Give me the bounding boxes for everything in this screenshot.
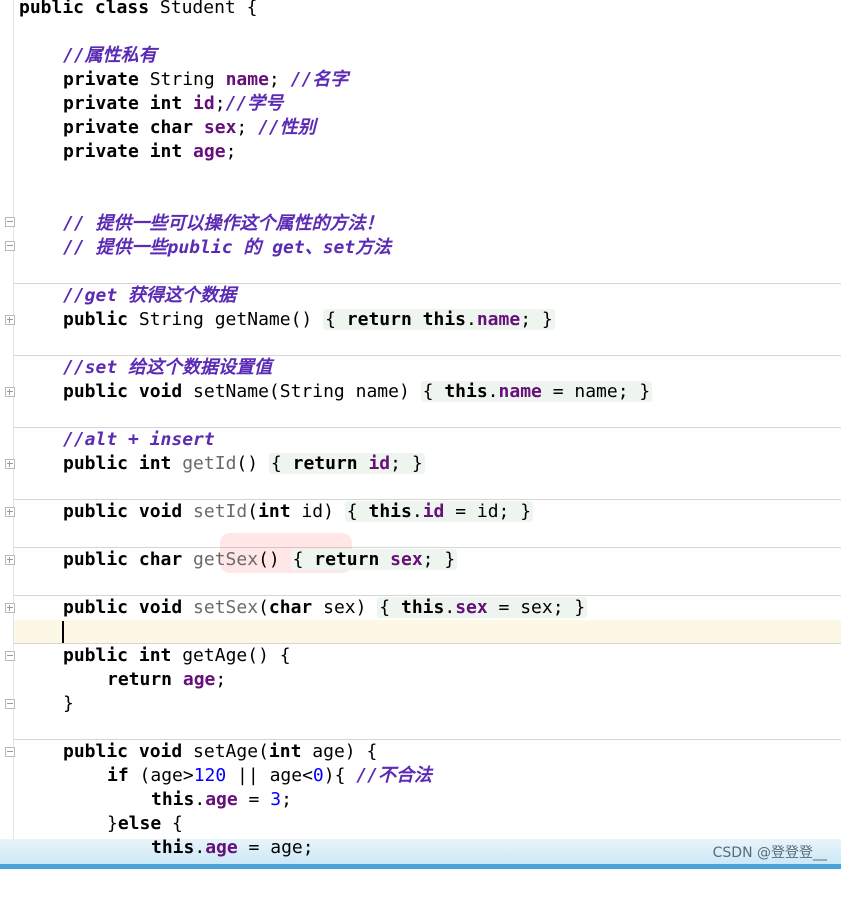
- return-statement: return age;: [107, 669, 227, 690]
- field-age-decl: private int age;: [63, 141, 237, 162]
- code-editor[interactable]: public class Student { //属性私有 private St…: [0, 0, 841, 869]
- code-line: public void setSex(char sex) { this.sex …: [0, 596, 841, 620]
- code-line: //set 给这个数据设置值: [0, 356, 841, 380]
- code-line: //get 获得这个数据: [0, 284, 841, 308]
- code-line: public void setName(String name) { this.…: [0, 380, 841, 404]
- code-line: // 提供一些public 的 get、set方法: [0, 236, 841, 260]
- code-line: // 提供一些可以操作这个属性的方法！: [0, 212, 841, 236]
- else-statement: }else {: [107, 813, 183, 834]
- assign-statement: this.age = 3;: [151, 789, 292, 810]
- code-line: public char getSex() { return sex; }: [0, 548, 841, 572]
- code-line: }else {: [0, 812, 841, 836]
- code-line: public int getId() { return id; }: [0, 452, 841, 476]
- comment: //get 获得这个数据: [63, 285, 237, 306]
- csdn-watermark: CSDN @登登登__: [712, 845, 827, 861]
- method-setName[interactable]: public void setName(String name) { this.…: [63, 380, 653, 404]
- method-getId[interactable]: public int getId() { return id; }: [63, 452, 425, 476]
- code-line: public class Student {: [0, 0, 841, 20]
- code-line: //alt + insert: [0, 428, 841, 452]
- code-line: if (age>120 || age<0){ //不合法: [0, 764, 841, 788]
- code-line: public void setId(int id) { this.id = id…: [0, 500, 841, 524]
- field-name-decl: private String name; //名字: [63, 69, 349, 90]
- code-line: public String getName() { return this.na…: [0, 308, 841, 332]
- code-line: }: [0, 692, 841, 716]
- method-setSex[interactable]: public void setSex(char sex) { this.sex …: [63, 596, 588, 620]
- text-caret: [62, 621, 64, 643]
- method-setId[interactable]: public void setId(int id) { this.id = id…: [63, 500, 534, 524]
- field-sex-decl: private char sex; //性别: [63, 117, 316, 138]
- code-line: public int getAge() {: [0, 644, 841, 668]
- code-line: public void setAge(int age) {: [0, 740, 841, 764]
- code-line: private int id;//学号: [0, 92, 841, 116]
- method-getName[interactable]: public String getName() { return this.na…: [63, 308, 555, 332]
- comment: //属性私有: [63, 45, 157, 66]
- assign-statement: this.age = age;: [151, 837, 314, 858]
- closing-brace: }: [63, 693, 74, 714]
- code-line: private String name; //名字: [0, 68, 841, 92]
- comment: // 提供一些可以操作这个属性的方法！: [63, 213, 384, 234]
- code-line: return age;: [0, 668, 841, 692]
- code-line: //属性私有: [0, 44, 841, 68]
- current-line-highlight: [14, 620, 841, 644]
- comment: //set 给这个数据设置值: [63, 357, 273, 378]
- code-line: private char sex; //性别: [0, 116, 841, 140]
- method-getAge[interactable]: public int getAge() {: [63, 644, 291, 668]
- code-line: private int age;: [0, 140, 841, 164]
- if-statement: if (age>120 || age<0){ //不合法: [107, 765, 432, 786]
- code-line: this.age = 3;: [0, 788, 841, 812]
- status-strip: [0, 864, 841, 869]
- class-declaration: public class Student {: [19, 0, 258, 18]
- field-id-decl: private int id;//学号: [63, 93, 284, 114]
- comment: // 提供一些public 的 get、set方法: [63, 237, 392, 258]
- method-setAge[interactable]: public void setAge(int age) {: [63, 740, 377, 764]
- method-getSex[interactable]: public char getSex() { return sex; }: [63, 548, 458, 572]
- comment: //alt + insert: [63, 429, 215, 450]
